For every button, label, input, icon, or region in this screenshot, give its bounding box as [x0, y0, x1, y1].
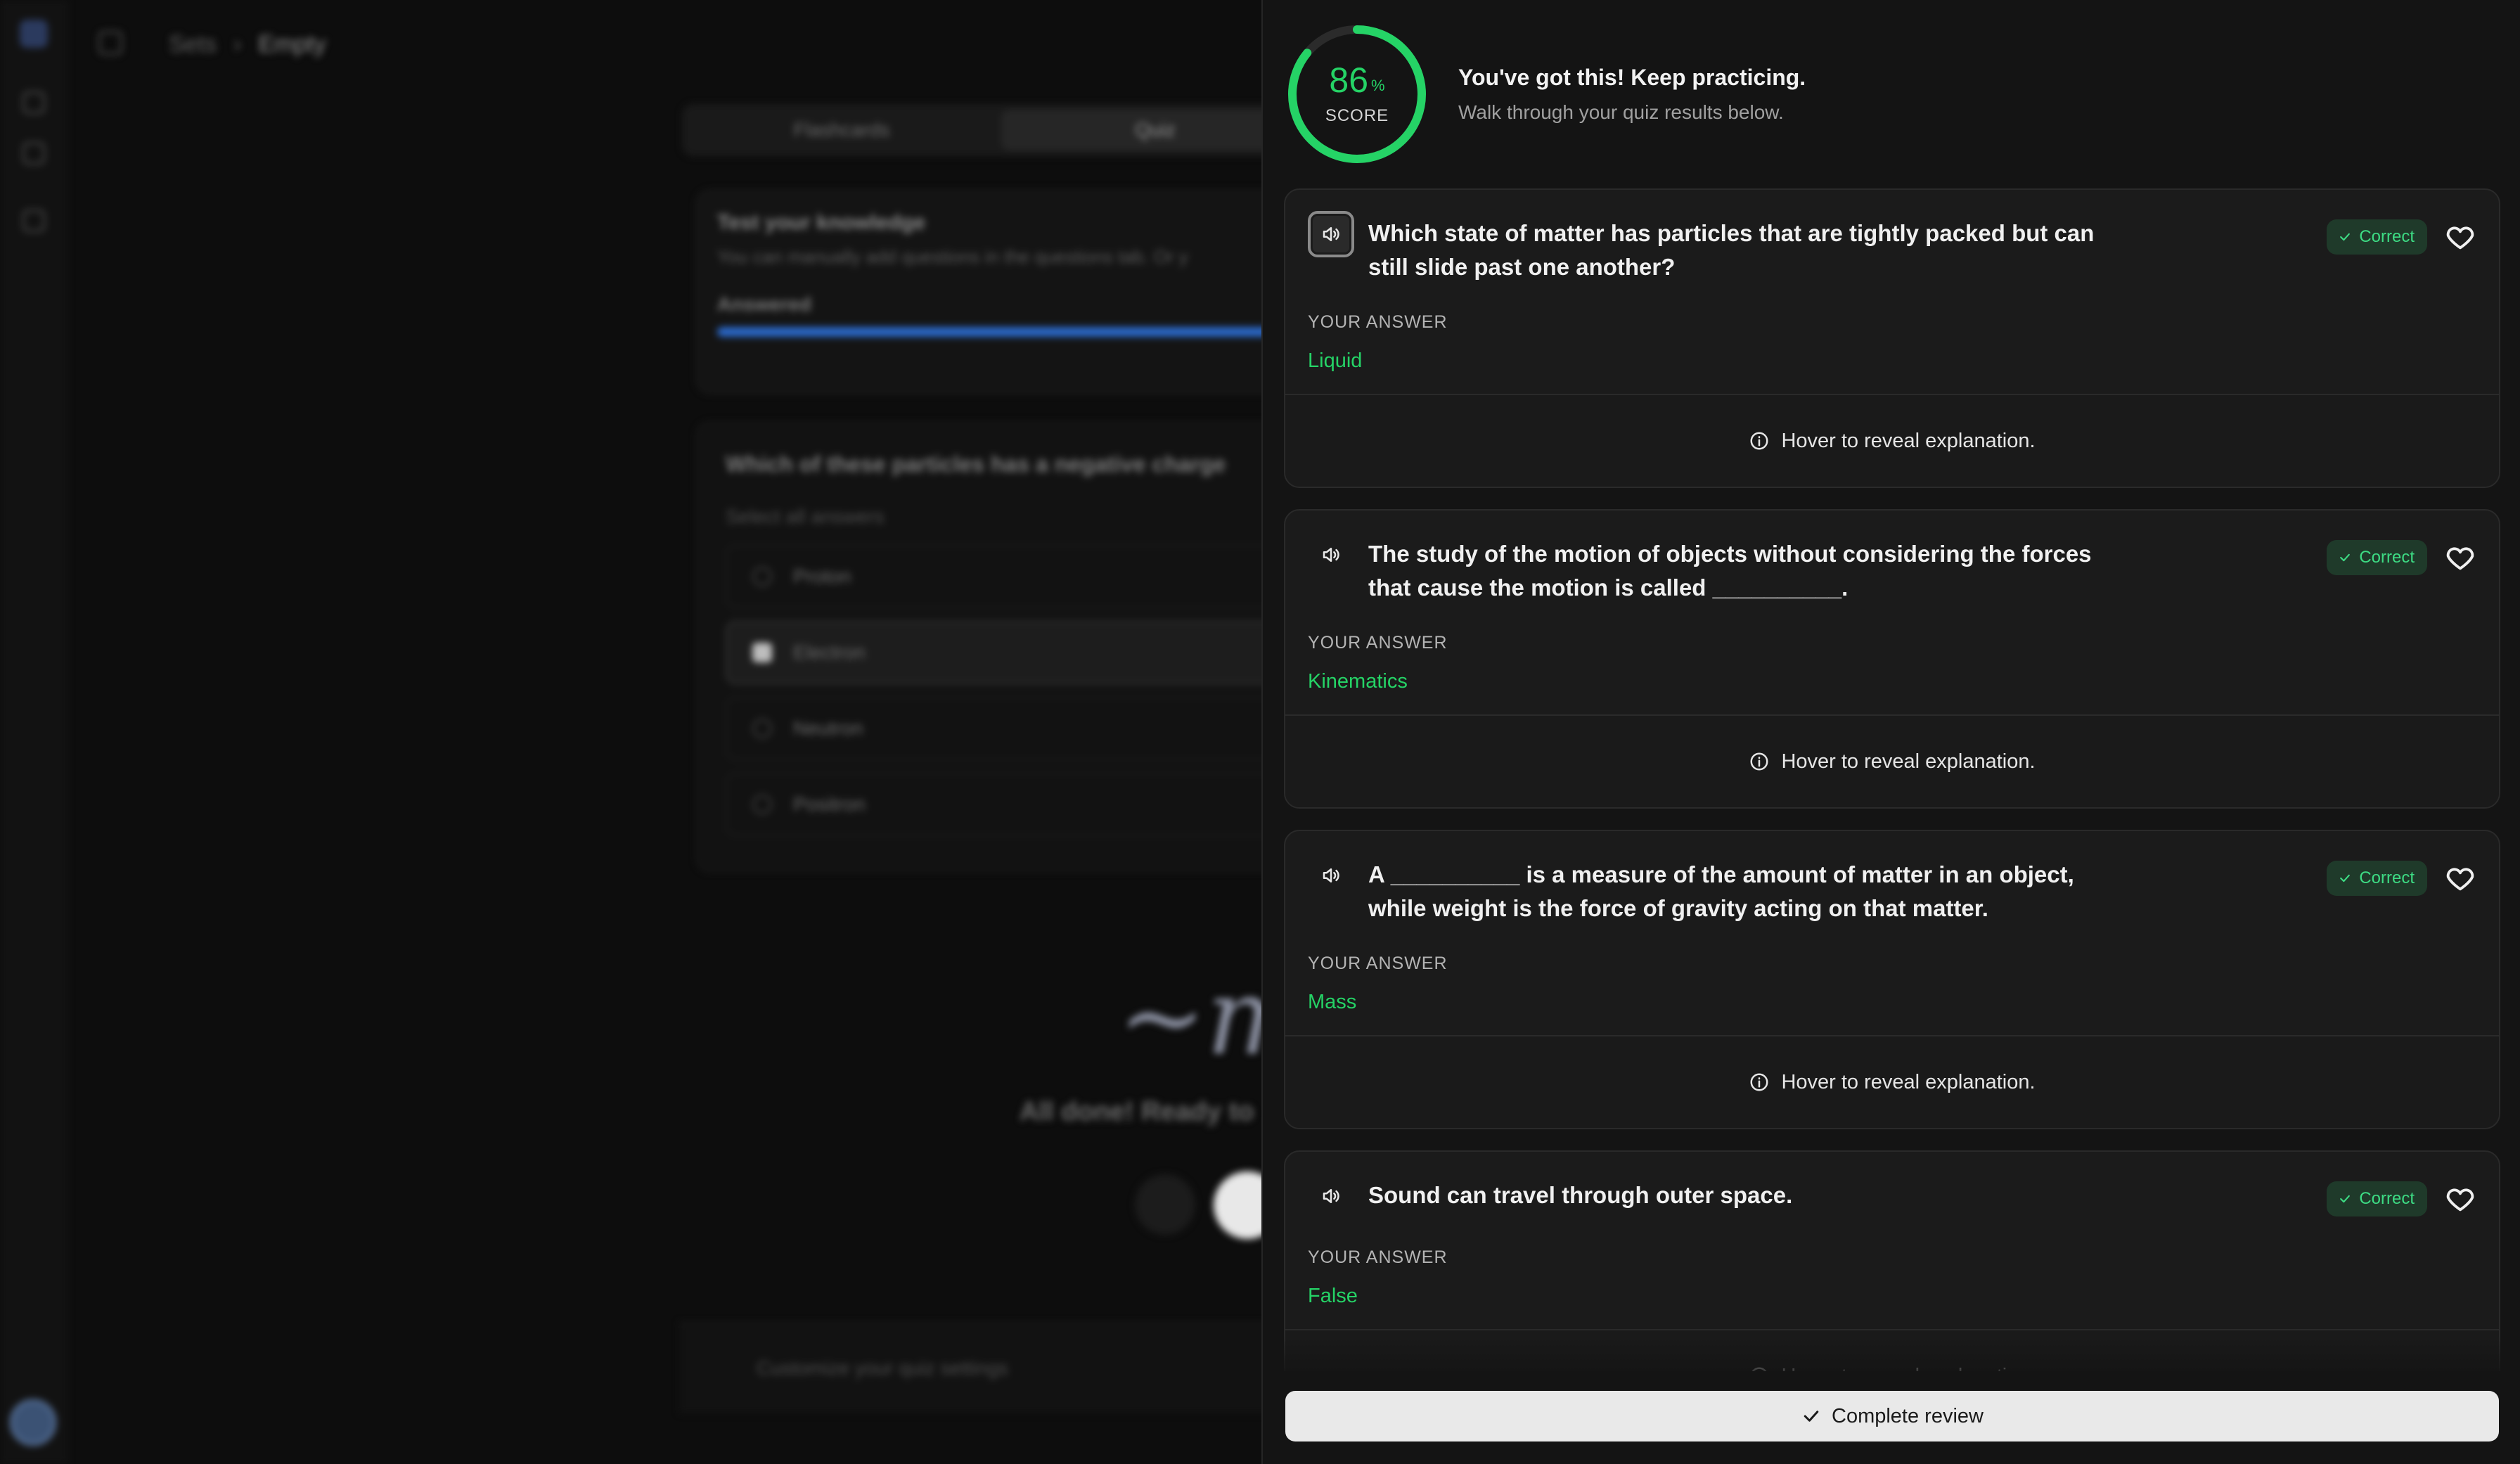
explanation-hint: Hover to reveal explanation.: [1781, 429, 2036, 452]
heart-icon[interactable]: [2444, 221, 2476, 253]
option-label: Electron: [793, 641, 866, 663]
avatar[interactable]: [10, 1399, 56, 1446]
question-card: A __________ is a measure of the amount …: [1284, 830, 2500, 1129]
status-badge-label: Correct: [2359, 227, 2415, 246]
tab-flashcards[interactable]: Flashcards: [688, 110, 996, 150]
answer-value: False: [1308, 1285, 1358, 1307]
breadcrumb-current: Empty: [258, 31, 326, 58]
background-app: Sets › Empty Flashcards Quiz Test your k…: [0, 0, 1261, 1464]
app-logo: [20, 20, 48, 48]
heart-icon[interactable]: [2444, 1183, 2476, 1215]
status-badge-label: Correct: [2359, 1189, 2415, 1208]
library-icon[interactable]: [22, 142, 45, 165]
score-unit: %: [1371, 77, 1385, 94]
left-rail: [0, 0, 68, 1464]
score-display: 86% SCORE: [1284, 21, 1430, 167]
heart-icon[interactable]: [2444, 862, 2476, 894]
answer-label: YOUR ANSWER: [1308, 1247, 1448, 1267]
speaker-icon[interactable]: [1308, 1173, 1354, 1219]
quiz-option[interactable]: Neutron: [726, 697, 1261, 760]
explanation-reveal[interactable]: Hover to reveal explanation.: [1285, 1036, 2499, 1128]
speaker-icon[interactable]: [1308, 852, 1354, 899]
heart-icon[interactable]: [2444, 541, 2476, 574]
check-icon: [2340, 874, 2351, 882]
quiz-card: Which of these particles has a negative …: [696, 422, 1261, 872]
status-badge: Correct: [2327, 1181, 2427, 1216]
back-button[interactable]: [1135, 1174, 1195, 1235]
complete-review-button[interactable]: Complete review: [1285, 1391, 2499, 1441]
info-icon: [1750, 752, 1768, 771]
option-label: Proton: [793, 565, 851, 587]
check-icon: [2340, 1195, 2351, 1203]
answer-label: YOUR ANSWER: [1308, 633, 1448, 653]
review-title: You've got this! Keep practicing.: [1458, 65, 1806, 90]
option-label: Positron: [793, 793, 866, 815]
status-badge-label: Correct: [2359, 868, 2415, 887]
option-checkbox[interactable]: [752, 719, 772, 738]
option-label: Neutron: [793, 717, 863, 739]
tab-quiz[interactable]: Quiz: [1001, 110, 1261, 150]
signature-illustration: ~ml: [1118, 956, 1261, 1079]
check-icon: [2340, 553, 2351, 562]
status-badge-label: Correct: [2359, 548, 2415, 567]
question-text: The study of the motion of objects witho…: [1368, 541, 2092, 601]
explanation-reveal[interactable]: Hover to reveal explanation.: [1285, 395, 2499, 487]
quiz-hint: Select all answers: [726, 506, 885, 527]
sidebar-toggle-icon[interactable]: [98, 31, 122, 55]
progress-bar: [717, 327, 1261, 337]
question-list[interactable]: Which state of matter has particles that…: [1284, 188, 2500, 1371]
review-subtitle: Walk through your quiz results below.: [1458, 101, 1784, 123]
scroll-fade: [1263, 1336, 2520, 1378]
breadcrumb-separator: ›: [233, 31, 242, 58]
quiz-option[interactable]: Electron: [726, 621, 1261, 684]
quiz-settings-footer[interactable]: Customize your quiz settings: [679, 1322, 1261, 1413]
explanation-hint: Hover to reveal explanation.: [1781, 750, 2036, 773]
knowledge-title: Test your knowledge: [717, 211, 926, 234]
knowledge-subtitle: You can manually add questions in the qu…: [717, 246, 1188, 267]
question-text: Which state of matter has particles that…: [1368, 220, 2095, 280]
answer-value: Mass: [1308, 991, 1357, 1013]
knowledge-card: Test your knowledge You can manually add…: [696, 190, 1261, 394]
review-panel: 86% SCORE You've got this! Keep practici…: [1261, 0, 2520, 1464]
status-badge: Correct: [2327, 861, 2427, 896]
speaker-icon[interactable]: [1308, 532, 1354, 578]
status-badge: Correct: [2327, 540, 2427, 575]
question-text: A __________ is a measure of the amount …: [1368, 861, 2074, 921]
complete-review-label: Complete review: [1832, 1404, 1984, 1427]
progress-label: Answered: [717, 293, 811, 315]
quiz-option[interactable]: Positron: [726, 773, 1261, 836]
answer-value: Kinematics: [1308, 670, 1408, 693]
speaker-icon[interactable]: [1308, 211, 1354, 257]
explanation-hint: Hover to reveal explanation.: [1781, 1070, 2036, 1093]
chat-icon[interactable]: [22, 91, 45, 114]
score-label: SCORE: [1325, 106, 1389, 125]
answer-label: YOUR ANSWER: [1308, 312, 1448, 332]
check-icon: [1804, 1411, 1819, 1422]
option-checkbox[interactable]: [752, 795, 772, 814]
question-card: Which state of matter has particles that…: [1284, 188, 2500, 488]
option-checkbox[interactable]: [752, 643, 772, 662]
status-badge: Correct: [2327, 219, 2427, 255]
quiz-question: Which of these particles has a negative …: [726, 451, 1226, 477]
breadcrumb-root[interactable]: Sets: [169, 31, 217, 58]
option-checkbox[interactable]: [752, 567, 772, 586]
question-card: The study of the motion of objects witho…: [1284, 509, 2500, 809]
question-text: Sound can travel through outer space.: [1368, 1182, 1793, 1208]
folder-icon[interactable]: [22, 210, 45, 232]
score-value: 86: [1329, 60, 1369, 100]
quiz-option[interactable]: Proton: [726, 545, 1261, 608]
answer-value: Liquid: [1308, 349, 1363, 372]
explanation-reveal[interactable]: Hover to reveal explanation.: [1285, 716, 2499, 807]
breadcrumb: Sets › Empty: [169, 31, 326, 58]
info-icon: [1750, 432, 1768, 450]
info-icon: [1750, 1073, 1768, 1091]
mode-tabs: Flashcards Quiz: [682, 104, 1261, 156]
next-button[interactable]: [1214, 1171, 1261, 1239]
answer-label: YOUR ANSWER: [1308, 953, 1448, 973]
done-text: All done! Ready to: [1020, 1097, 1254, 1126]
check-icon: [2340, 233, 2351, 241]
